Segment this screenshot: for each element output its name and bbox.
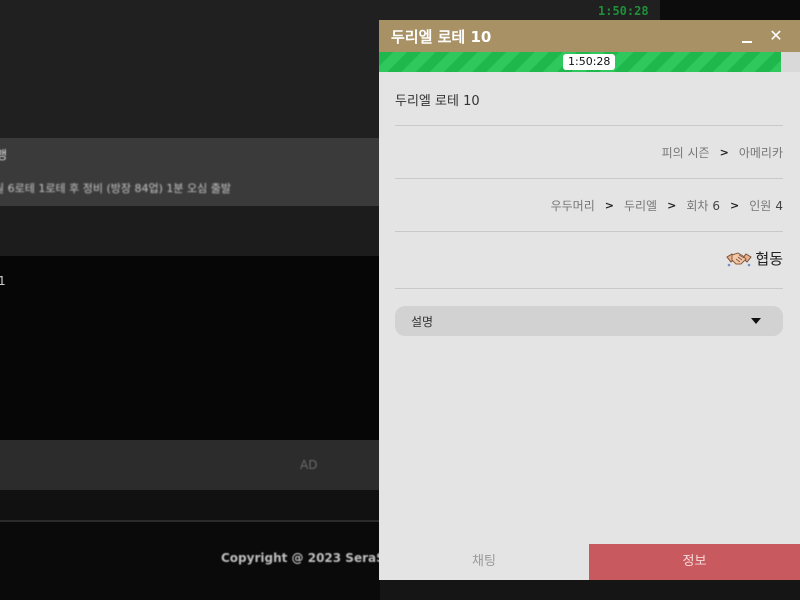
party-mode: 협동 <box>726 248 783 269</box>
divider <box>395 178 783 179</box>
rounds-label: 회차 <box>686 199 709 213</box>
minimize-icon[interactable] <box>736 24 758 48</box>
party-heading: 두리엘 로테 10 <box>395 94 480 109</box>
panel-titlebar[interactable]: 두리엘 로테 10 ✕ <box>379 20 800 52</box>
background-spacer <box>0 206 380 256</box>
ad-label: AD <box>300 458 318 472</box>
party-detail-panel: 두리엘 로테 10 ✕ 1:50:28 두리엘 로테 10 피의 시즌 > 아메… <box>379 20 800 580</box>
description-label: 설명 <box>411 315 434 329</box>
chevron-right-icon: > <box>667 199 677 212</box>
tab-chat[interactable]: 채팅 <box>379 544 589 580</box>
divider <box>395 231 783 232</box>
region-name: 아메리카 <box>738 146 783 160</box>
background-gap <box>0 490 380 520</box>
background-content-mark: 1 <box>0 274 6 288</box>
boss-name: 두리엘 <box>623 199 658 213</box>
description-dropdown[interactable]: 설명 <box>395 306 783 336</box>
chevron-right-icon: > <box>604 199 614 212</box>
ad-banner[interactable] <box>0 440 380 490</box>
divider <box>395 288 783 289</box>
background-content <box>0 256 380 440</box>
background-party-title: 맹 <box>0 148 8 162</box>
chevron-right-icon: > <box>730 199 740 212</box>
timer-progress-label: 1:50:28 <box>563 54 616 70</box>
season-breadcrumb: 피의 시즌 > 아메리카 <box>662 144 783 161</box>
close-icon[interactable]: ✕ <box>765 24 787 48</box>
panel-title: 두리엘 로테 10 <box>391 28 492 46</box>
background-timer: 1:50:28 <box>598 4 649 18</box>
caret-down-icon <box>751 318 761 324</box>
rounds-value: 6 <box>712 198 721 213</box>
season-name: 피의 시즌 <box>661 146 710 160</box>
party-details-breadcrumb: 우두머리 > 두리엘 > 회차 6 > 인원 4 <box>551 197 783 214</box>
tab-info[interactable]: 정보 <box>589 544 800 580</box>
difficulty: 우두머리 <box>550 199 595 213</box>
timer-progress-bar: 1:50:28 <box>379 52 800 72</box>
chevron-right-icon: > <box>719 146 729 159</box>
party-mode-label: 협동 <box>755 250 783 268</box>
background-party-subtitle: 릴 6로테 1로테 후 정비 (방장 84업) 1분 오심 출발 <box>0 182 231 195</box>
handshake-icon <box>726 251 753 266</box>
copyright-text: Copyright @ 2023 SeraSo <box>221 551 393 565</box>
divider <box>395 125 783 126</box>
members-label: 인원 <box>749 199 772 213</box>
members-value: 4 <box>775 198 783 213</box>
background-corner <box>660 0 800 20</box>
